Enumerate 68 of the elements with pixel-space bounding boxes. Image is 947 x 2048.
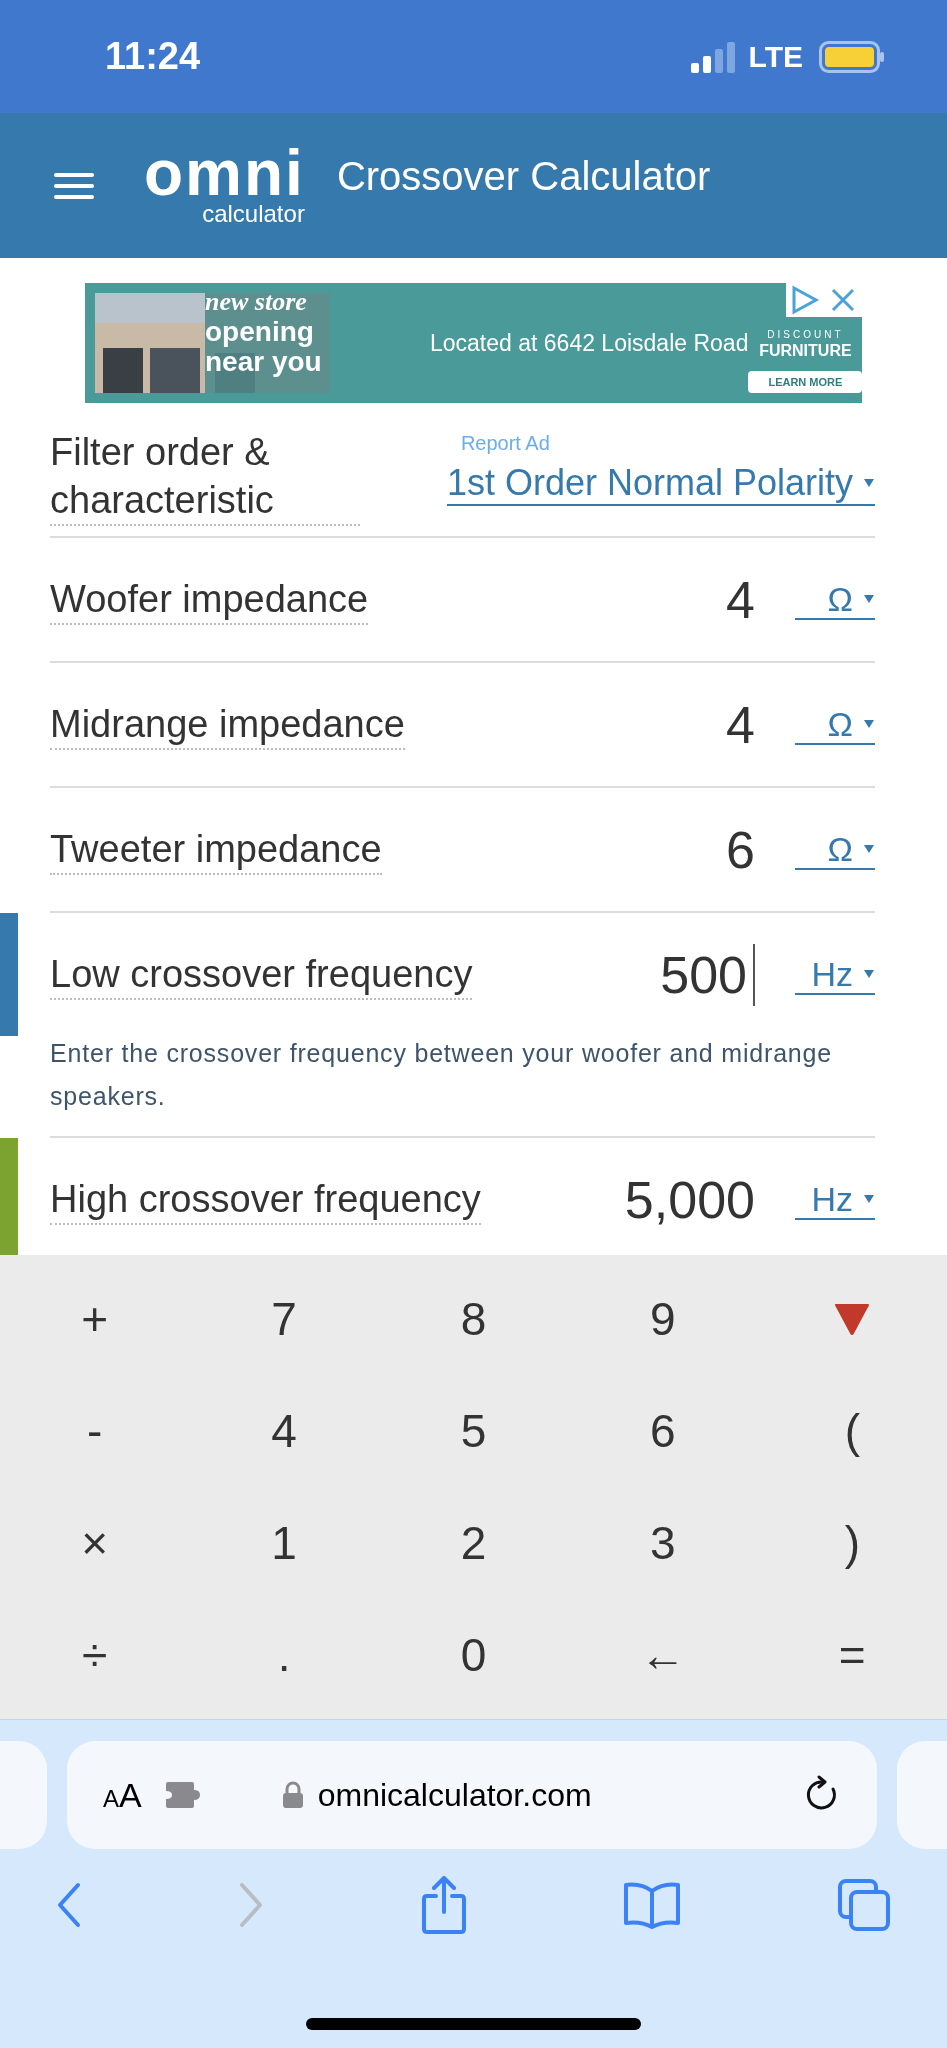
keypad-key[interactable]: 2	[378, 1487, 569, 1599]
field-label: Midrange impedance	[50, 699, 405, 750]
clock-time: 11:24	[105, 34, 201, 79]
number-input[interactable]: 4	[718, 564, 755, 635]
keypad-key[interactable]: 3	[568, 1487, 758, 1599]
keypad-key[interactable]: 8	[378, 1263, 569, 1375]
bookmarks-icon[interactable]	[622, 1881, 681, 1929]
brand-text: DISCOUNT	[767, 328, 844, 341]
puzzle-icon[interactable]	[163, 1780, 202, 1810]
field-label: Low crossover frequency	[50, 949, 473, 1000]
keypad-key[interactable]: +	[0, 1263, 190, 1375]
keypad-key[interactable]: 1	[189, 1487, 379, 1599]
keypad-key[interactable]: 6	[568, 1375, 758, 1487]
caret-icon	[863, 968, 875, 979]
battery-icon	[819, 40, 885, 73]
address-bar[interactable]: AA omnicalculator.com	[67, 1741, 877, 1849]
unit-dropdown[interactable]: Ω	[795, 829, 875, 870]
number-input[interactable]: 5,000	[616, 1164, 755, 1235]
unit-dropdown[interactable]: Hz	[795, 1179, 875, 1220]
ad-text: Located at 6642 Loisdale Road	[430, 328, 749, 358]
page-title: Crossover Calculator	[336, 152, 711, 200]
field-label: Woofer impedance	[50, 574, 369, 625]
forward-icon[interactable]	[238, 1882, 265, 1928]
keypad-key[interactable]: ×	[0, 1487, 190, 1599]
field-hint: Enter the crossover frequency between your woofer and midrange speakers.	[50, 1038, 833, 1112]
keypad-key[interactable]: 9	[568, 1263, 758, 1375]
ad-headline: new store	[205, 287, 308, 317]
omni-logo[interactable]: omni calculator	[144, 144, 305, 227]
keypad-key[interactable]: =	[757, 1599, 947, 1711]
caret-icon	[863, 478, 875, 488]
ad-headline: opening	[205, 317, 315, 347]
keypad-key[interactable]: 0	[378, 1599, 569, 1711]
filter-dropdown[interactable]: 1st Order Normal Polarity	[446, 462, 875, 506]
keypad-key[interactable]: 4	[189, 1375, 379, 1487]
keypad-key[interactable]: ÷	[0, 1599, 190, 1711]
unit-dropdown[interactable]: Ω	[795, 579, 875, 620]
signal-icon	[690, 40, 737, 73]
menu-icon[interactable]	[54, 171, 94, 200]
field-label: Tweeter impedance	[50, 824, 382, 875]
caret-icon	[863, 1193, 875, 1204]
ad-headline: near you	[205, 347, 322, 377]
network-label: LTE	[748, 39, 803, 75]
share-icon[interactable]	[420, 1876, 467, 1934]
caret-icon	[863, 718, 875, 729]
keypad-key[interactable]: -	[0, 1375, 190, 1487]
field-label: High crossover frequency	[50, 1174, 481, 1225]
learn-more-button[interactable]: LEARN MORE	[748, 370, 863, 394]
caret-icon	[863, 593, 875, 604]
number-input[interactable]: 4	[718, 689, 755, 760]
keypad-key[interactable]: 7	[189, 1263, 379, 1375]
keypad-key[interactable]: .	[189, 1599, 379, 1711]
tabs-icon[interactable]	[837, 1878, 891, 1932]
keypad-key[interactable]: 5	[378, 1375, 569, 1487]
url-text: omnicalculator.com	[317, 1776, 592, 1815]
caret-icon	[863, 843, 875, 854]
keypad-key[interactable]: ←	[568, 1599, 758, 1711]
field-label: Filter order & characteristic	[50, 428, 360, 526]
number-input[interactable]: 6	[718, 814, 755, 885]
unit-dropdown[interactable]: Ω	[795, 704, 875, 745]
back-icon[interactable]	[56, 1882, 82, 1928]
keypad-key[interactable]: )	[757, 1487, 947, 1599]
unit-dropdown[interactable]: Hz	[795, 954, 875, 995]
lock-icon	[281, 1781, 304, 1809]
triangle-down-icon	[834, 1301, 871, 1337]
number-input[interactable]: 500	[652, 939, 755, 1010]
keypad-key[interactable]: (	[757, 1375, 947, 1487]
text-size-button[interactable]: AA	[103, 1769, 142, 1821]
brand-text: FURNITURE	[759, 340, 852, 361]
